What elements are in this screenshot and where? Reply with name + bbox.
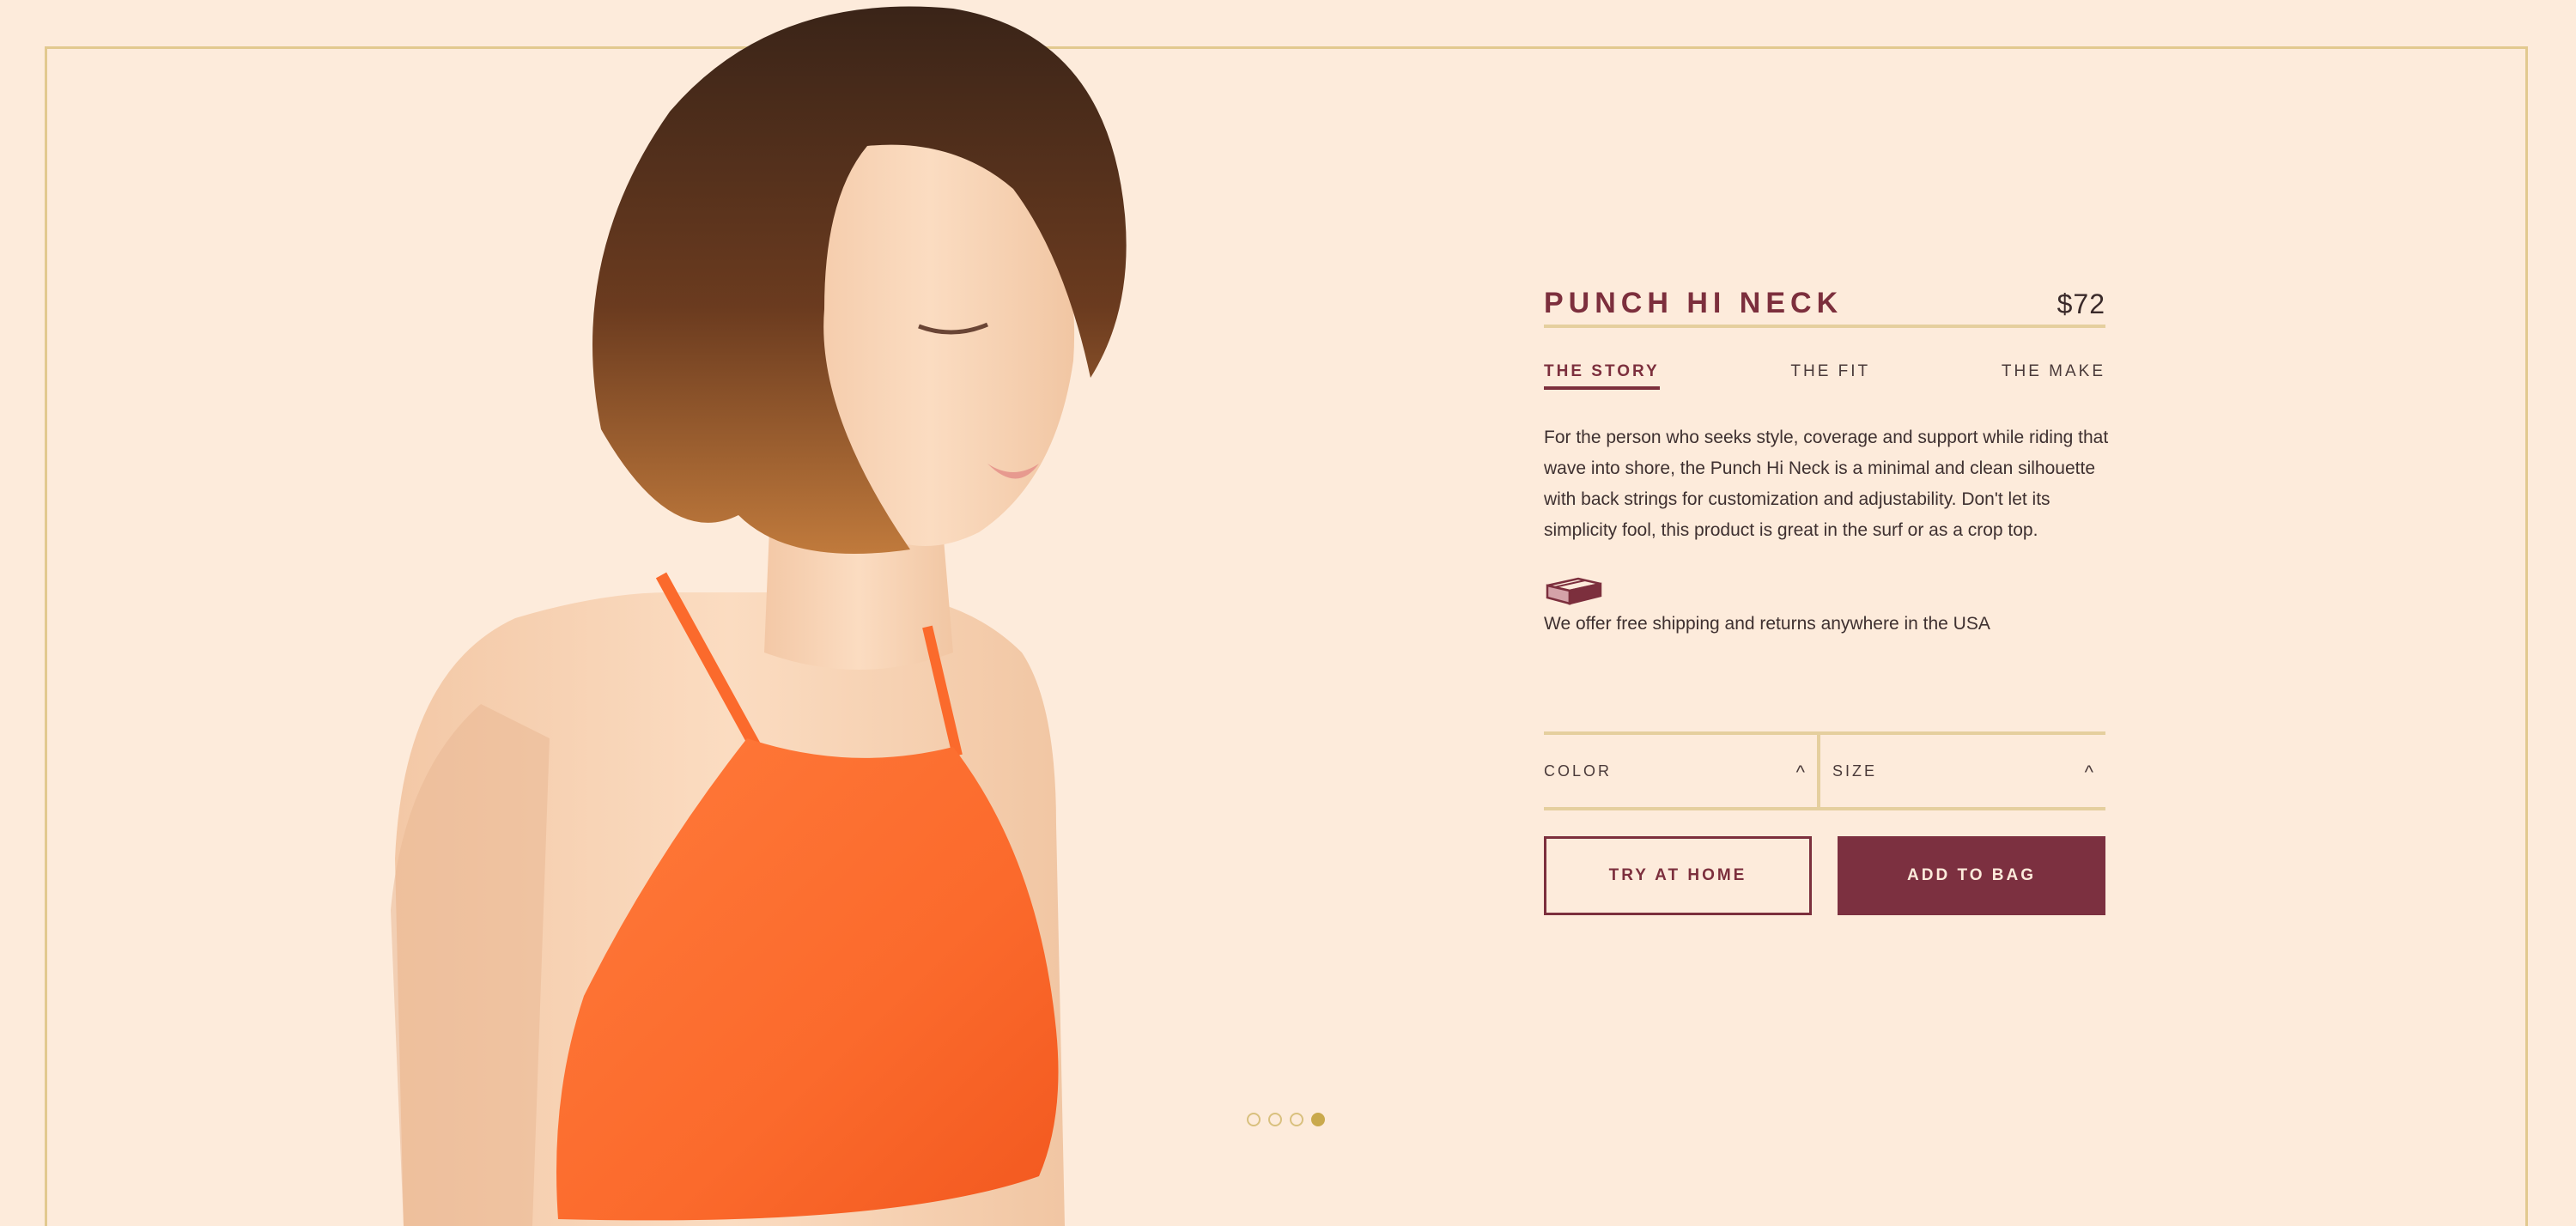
carousel-dot[interactable] — [1290, 1113, 1303, 1126]
chevron-up-icon: ^ — [2084, 762, 2093, 783]
box-icon — [1546, 577, 1602, 605]
product-tabs: THE STORY THE FIT THE MAKE — [1544, 362, 2105, 390]
carousel-dot[interactable] — [1268, 1113, 1282, 1126]
shipping-info: We offer free shipping and returns anywh… — [1544, 575, 2105, 637]
carousel-dots — [1247, 1113, 1325, 1126]
product-name: PUNCH HI NECK — [1544, 287, 1844, 319]
variant-selectors: COLOR ^ SIZE ^ — [1544, 731, 2105, 810]
size-selector[interactable]: SIZE ^ — [1817, 735, 2105, 807]
carousel-dot[interactable] — [1247, 1113, 1261, 1126]
product-story-text: For the person who seeks style, coverage… — [1544, 428, 2109, 540]
add-to-bag-button[interactable]: ADD TO BAG — [1838, 836, 2105, 915]
tab-the-make[interactable]: THE MAKE — [2002, 362, 2105, 390]
color-label: COLOR — [1544, 762, 1613, 780]
shipping-text: We offer free shipping and returns anywh… — [1544, 614, 1990, 634]
chevron-up-icon: ^ — [1795, 762, 1805, 783]
size-label: SIZE — [1832, 762, 1878, 780]
product-price: $72 — [2057, 288, 2105, 319]
color-selector[interactable]: COLOR ^ — [1544, 735, 1817, 807]
product-model-image — [391, 6, 1127, 1226]
title-row: PUNCH HI NECK $72 — [1544, 258, 2105, 328]
product-details-panel: PUNCH HI NECK $72 THE STORY THE FIT THE … — [1544, 258, 2108, 915]
try-at-home-button[interactable]: TRY AT HOME — [1544, 836, 1812, 915]
tab-the-fit[interactable]: THE FIT — [1790, 362, 1870, 390]
action-buttons: TRY AT HOME ADD TO BAG — [1544, 836, 2105, 915]
carousel-dot-active[interactable] — [1311, 1113, 1325, 1126]
tab-the-story[interactable]: THE STORY — [1544, 362, 1660, 390]
product-page: PUNCH HI NECK $72 THE STORY THE FIT THE … — [0, 0, 2576, 1226]
